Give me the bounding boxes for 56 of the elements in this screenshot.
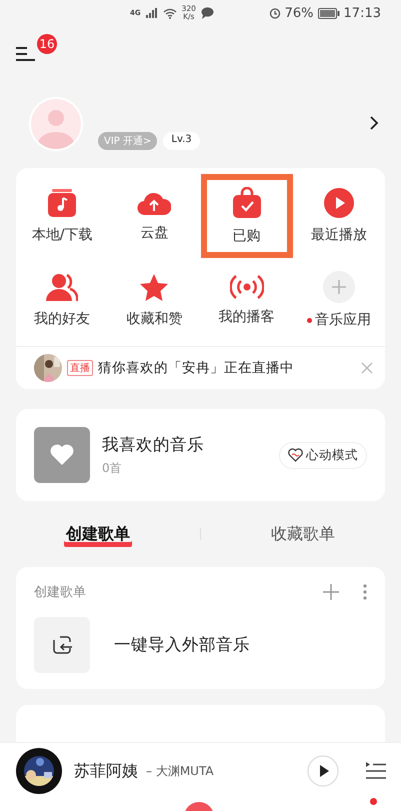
signal-icon (146, 8, 158, 18)
song-count: 0首 (102, 460, 123, 476)
play-button-icon[interactable] (307, 755, 339, 787)
shortcut-label: 已购 (232, 227, 261, 245)
cloud-upload-icon (137, 190, 172, 216)
broadcast-icon (230, 274, 264, 300)
shortcut-item[interactable]: 本地/下载 (16, 174, 108, 258)
chat-bubble-icon (200, 7, 214, 19)
heart-icon (288, 448, 303, 462)
add-icon (322, 271, 355, 303)
shortcut-label: 最近播放 (310, 226, 367, 244)
playlist-icon[interactable] (365, 761, 387, 781)
play-circle-icon (324, 188, 354, 218)
heart-cover-icon[interactable] (34, 427, 90, 483)
more-icon[interactable] (363, 584, 367, 600)
shortcut-item[interactable]: 音乐应用 (292, 258, 385, 342)
artist-name: – 大渊MUTA (146, 762, 214, 780)
battery-percent: 76% (284, 6, 314, 20)
shortcut-item[interactable]: 收藏和赞 (108, 258, 200, 342)
shortcut-item[interactable]: 最近播放 (292, 174, 385, 258)
playlist-tab[interactable]: 收藏歌单 (269, 522, 337, 546)
shortcut-item[interactable]: 云盘 (108, 174, 200, 258)
live-tag: 直播 (67, 360, 93, 376)
battery-icon (318, 8, 340, 18)
song-title: 苏菲阿姨 (74, 760, 138, 782)
shortcut-label: 我的播客 (218, 308, 275, 326)
import-label[interactable]: 一键导入外部音乐 (114, 634, 250, 656)
playlist-title[interactable]: 我喜欢的音乐 (102, 434, 204, 456)
friends-icon (46, 272, 78, 302)
clock: 17:13 (344, 6, 381, 20)
heartbeat-mode-button[interactable]: 心动模式 (279, 442, 367, 468)
shopping-bag-icon (232, 187, 262, 219)
highlighted-shortcut[interactable]: 已购 (200, 174, 293, 258)
notification-badge: 16 (37, 34, 57, 54)
chevron-right-icon[interactable] (369, 115, 379, 131)
shortcut-label: 我的好友 (34, 310, 90, 328)
shortcut-item[interactable]: 我的好友 (16, 258, 108, 342)
playlist-tab[interactable]: 创建歌单 (64, 522, 132, 546)
shortcut-label: 音乐应用 (314, 311, 371, 329)
menu-button[interactable] (14, 46, 36, 64)
level-badge: Lv.3 (163, 132, 200, 150)
section-header: 创建歌单 (34, 584, 86, 601)
wifi-icon (162, 8, 177, 18)
shortcut-label: 本地/下载 (32, 226, 92, 244)
shortcut-label: 云盘 (140, 224, 168, 242)
alarm-icon (268, 7, 281, 19)
import-icon[interactable] (34, 617, 90, 673)
close-icon[interactable] (361, 362, 373, 374)
shortcut-item[interactable]: 我的播客 (200, 258, 293, 342)
mini-player[interactable]: 苏菲阿姨 – 大渊MUTA (0, 742, 401, 799)
shortcut-label: 收藏和赞 (126, 310, 182, 328)
star-icon (139, 272, 170, 302)
notification-dot (370, 798, 377, 805)
live-message[interactable]: 猜你喜欢的「安冉」正在直播中 (98, 359, 294, 377)
music-folder-icon (47, 188, 78, 218)
add-icon[interactable] (323, 584, 339, 600)
